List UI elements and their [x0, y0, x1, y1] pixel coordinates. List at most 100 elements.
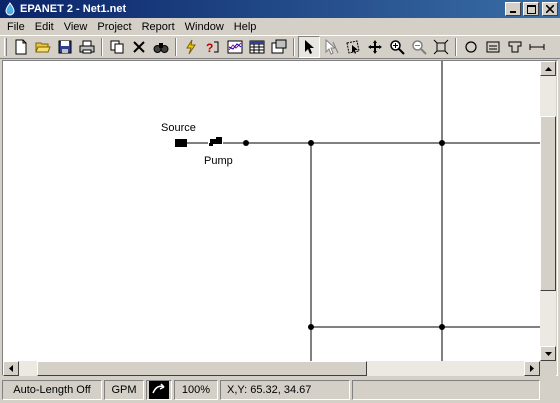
options-icon: [271, 39, 287, 54]
copy-button[interactable]: [106, 36, 128, 58]
title-bar: EPANET 2 - Net1.net: [0, 0, 560, 18]
pan-icon: [368, 40, 382, 54]
scrollbar-corner: [540, 361, 556, 376]
pump-icon[interactable]: [209, 137, 222, 146]
reservoir-icon[interactable]: [175, 139, 187, 147]
find-icon: [153, 43, 169, 53]
toolbar-separator: [175, 38, 177, 56]
toolbar-separator: [101, 38, 103, 56]
scroll-right-button[interactable]: [524, 361, 540, 376]
xy-coordinates-panel: X,Y: 65.32, 34.67: [220, 380, 350, 400]
print-button[interactable]: [76, 36, 98, 58]
menu-project[interactable]: Project: [92, 21, 136, 33]
pump-label: Pump: [204, 155, 233, 167]
options-button[interactable]: [268, 36, 290, 58]
auto-length-panel[interactable]: Auto-Length Off: [2, 380, 102, 400]
menu-bar: File Edit View Project Report Window Hel…: [0, 18, 560, 35]
zoom-level: 100%: [181, 384, 211, 396]
svg-text:?: ?: [206, 41, 213, 55]
horizontal-scrollbar[interactable]: [3, 361, 540, 376]
status-bar: Auto-Length Off GPM 100% X,Y: 65.32, 34.…: [0, 377, 560, 403]
pan-button[interactable]: [364, 36, 386, 58]
epanet-app-icon[interactable]: [3, 2, 17, 16]
arrow-left-icon: [9, 365, 13, 372]
delete-icon: [133, 41, 145, 53]
add-pipe-button[interactable]: [526, 36, 548, 58]
add-tank-icon: [508, 41, 522, 53]
select-region-icon: [346, 40, 360, 54]
status-spare-panel: [352, 380, 540, 400]
vertical-scroll-thumb[interactable]: [540, 116, 556, 291]
flow-units-panel: GPM: [104, 380, 144, 400]
new-icon: [15, 39, 27, 55]
delete-button[interactable]: [128, 36, 150, 58]
xy-coordinates: X,Y: 65.32, 34.67: [227, 384, 312, 396]
add-tank-button[interactable]: [504, 36, 526, 58]
window-title: EPANET 2 - Net1.net: [20, 3, 127, 15]
toolbar-separator: [293, 38, 295, 56]
junction-node[interactable]: [308, 140, 314, 146]
junction-node[interactable]: [439, 140, 445, 146]
add-reservoir-icon: [486, 41, 500, 53]
horizontal-scroll-thumb[interactable]: [37, 361, 367, 376]
close-button[interactable]: [542, 2, 558, 16]
select-vertex-button[interactable]: [320, 36, 342, 58]
junction-node[interactable]: [308, 324, 314, 330]
select-object-icon: [305, 40, 314, 54]
print-icon: [79, 40, 95, 54]
add-pipe-icon: [529, 44, 545, 50]
graph-icon: [227, 40, 243, 54]
maximize-icon: [526, 4, 536, 14]
menu-report[interactable]: Report: [137, 21, 180, 33]
menu-view[interactable]: View: [59, 21, 93, 33]
arrow-up-icon: [544, 66, 552, 71]
select-object-button[interactable]: [298, 36, 320, 58]
minimize-button[interactable]: [505, 2, 521, 16]
scroll-down-button[interactable]: [540, 346, 556, 361]
junction-node[interactable]: [439, 324, 445, 330]
zoom-out-icon: [412, 40, 427, 55]
scroll-up-button[interactable]: [540, 61, 556, 76]
add-junction-button[interactable]: [460, 36, 482, 58]
find-button[interactable]: [150, 36, 172, 58]
menu-help[interactable]: Help: [229, 21, 262, 33]
full-extent-button[interactable]: [430, 36, 452, 58]
query-icon: ?: [206, 41, 219, 55]
zoom-in-icon: [390, 40, 405, 55]
menu-edit[interactable]: Edit: [30, 21, 59, 33]
select-region-button[interactable]: [342, 36, 364, 58]
toolbar: ?: [0, 35, 560, 59]
network-map[interactable]: Source Pump: [3, 61, 540, 361]
arrow-down-icon: [544, 351, 552, 356]
add-junction-icon: [465, 41, 477, 53]
copy-icon: [110, 40, 124, 54]
save-icon: [58, 40, 72, 54]
junction-node[interactable]: [243, 140, 249, 146]
toolbar-grip[interactable]: [4, 38, 7, 56]
save-button[interactable]: [54, 36, 76, 58]
vertical-scrollbar[interactable]: [540, 61, 556, 361]
new-button[interactable]: [10, 36, 32, 58]
arrow-right-icon: [530, 365, 534, 372]
run-status-icon: [149, 381, 169, 399]
scroll-left-button[interactable]: [3, 361, 19, 376]
zoom-out-button[interactable]: [408, 36, 430, 58]
close-icon: [546, 5, 554, 13]
toolbar-separator: [455, 38, 457, 56]
zoom-in-button[interactable]: [386, 36, 408, 58]
graph-button[interactable]: [224, 36, 246, 58]
add-reservoir-button[interactable]: [482, 36, 504, 58]
flow-units: GPM: [111, 384, 137, 396]
run-status-panel: [146, 380, 172, 400]
table-icon: [249, 40, 265, 54]
open-button[interactable]: [32, 36, 54, 58]
auto-length-status: Auto-Length Off: [13, 384, 91, 396]
menu-window[interactable]: Window: [180, 21, 229, 33]
table-button[interactable]: [246, 36, 268, 58]
query-button[interactable]: ?: [202, 36, 224, 58]
maximize-button[interactable]: [523, 2, 539, 16]
zoom-level-panel: 100%: [174, 380, 218, 400]
menu-file[interactable]: File: [2, 21, 30, 33]
open-icon: [35, 42, 51, 53]
run-button[interactable]: [180, 36, 202, 58]
